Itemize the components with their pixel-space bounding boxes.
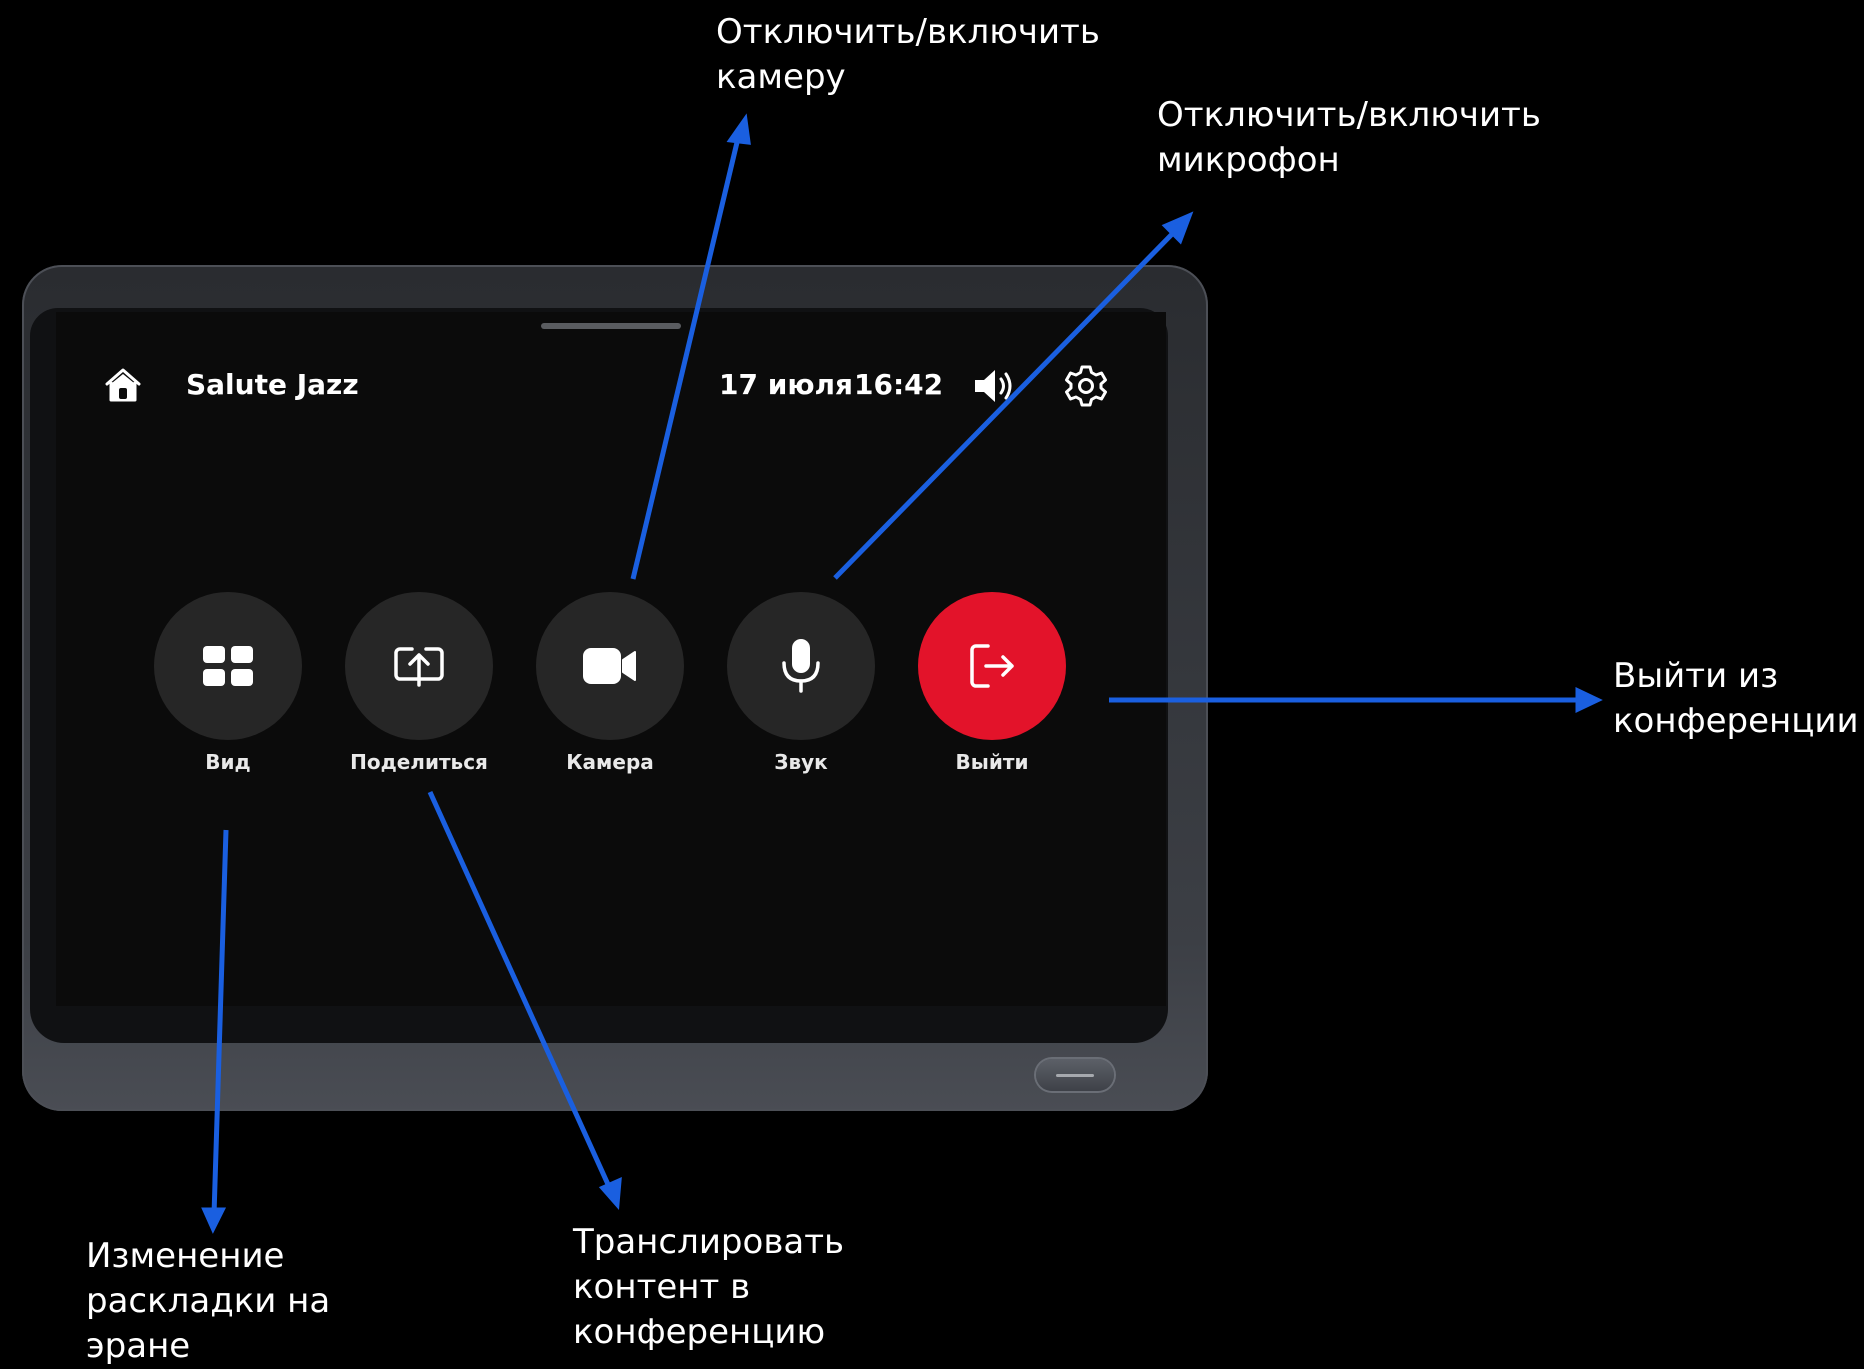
share-arrow — [427, 790, 614, 1193]
microphone-annotation: Отключить/включить микрофон — [1157, 95, 1541, 180]
microphone-arrow — [833, 226, 1180, 580]
share-arrow-head — [598, 1177, 622, 1211]
annotation-arrows — [201, 113, 1603, 1234]
share-annotation: Транслировать контент в конференцию — [573, 1222, 845, 1352]
camera-arrow-head — [726, 113, 751, 145]
exit-arrow-head — [1575, 687, 1603, 713]
exit-annotation: Выйти из конференции — [1613, 656, 1859, 741]
camera-annotation: Отключить/включить камеру — [716, 12, 1100, 97]
layout-arrow-head — [201, 1207, 227, 1234]
layout-annotation: Изменение раскладки на эране — [86, 1236, 331, 1366]
layout-arrow — [211, 829, 229, 1216]
camera-arrow — [630, 133, 742, 580]
